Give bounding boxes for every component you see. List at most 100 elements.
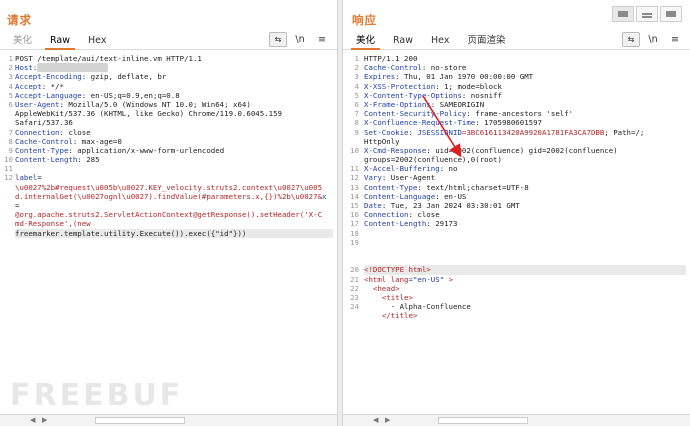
code-token: Content-Type [15, 145, 69, 155]
code-token: X-Frame-Options [364, 99, 431, 109]
code-token: : 29173 [426, 219, 458, 229]
code-line: X-Confluence-Request-Time: 1705980601597 [364, 118, 686, 127]
response-body[interactable]: HTTP/1.1 200 Cache-Control: no-store Expir… [364, 54, 686, 320]
layout-single-icon[interactable] [660, 6, 682, 22]
line-number: 6 [8, 99, 13, 109]
line-number: 12 [4, 173, 13, 183]
code-token: POST /template/aui/text-inline.vm HTTP/1… [15, 54, 202, 63]
line-number: 13 [350, 182, 359, 192]
line-number: 9 [8, 145, 13, 155]
code-token: x [322, 191, 327, 201]
code-line: Vary: User-Agent [364, 173, 686, 182]
code-token: Host: [15, 63, 38, 73]
wrap-toggle-icon[interactable]: ⇆ [622, 32, 640, 47]
newline-toggle-icon[interactable]: \n [644, 32, 662, 47]
response-search-bar: ◀ ▶ [343, 414, 690, 426]
tab-response-raw[interactable]: Raw [384, 35, 422, 49]
code-token: : 1; mode=block [435, 81, 502, 91]
code-token: Accept [15, 81, 42, 91]
code-token: : 1705980601597 [475, 118, 542, 128]
request-editor[interactable]: 1 2 3 4 5 6 7 8 9 10 11 12 POST /template/aui/text-… [0, 51, 337, 414]
code-token: freemarker.template.utility.Execute()).e… [15, 228, 247, 238]
code-line: Accept: */* [15, 82, 333, 91]
code-token: X-Accel-Buffering [364, 164, 440, 174]
line-number: 6 [354, 99, 359, 109]
code-token: : close [408, 210, 440, 220]
code-token: Accept-Encoding [15, 72, 82, 82]
request-body[interactable]: POST /template/aui/text-inline.vm HTTP/1… [15, 54, 333, 238]
response-search-input[interactable] [438, 417, 528, 424]
tab-request-pretty[interactable]: 美化 [4, 32, 41, 49]
prev-match-icon[interactable]: ◀ [373, 416, 378, 424]
code-token: Date [364, 201, 382, 210]
code-line: <head> [364, 284, 686, 293]
line-number: 2 [8, 63, 13, 73]
code-line: User-Agent: Mozilla/5.0 (Windows NT 10.0… [15, 100, 333, 109]
line-number [0, 219, 13, 228]
code-line: - Alpha-Confluence [364, 302, 686, 311]
tab-request-hex[interactable]: Hex [79, 35, 115, 49]
line-number: 12 [350, 173, 359, 183]
code-token: ="en-US" [408, 274, 445, 284]
line-number: 7 [8, 127, 13, 137]
code-token: <head> [364, 283, 400, 293]
code-token: Connection [364, 210, 409, 220]
code-token: Accept-Language [15, 90, 82, 100]
line-number: 19 [350, 237, 359, 247]
code-token: : frame-ancestors 'self' [466, 109, 574, 119]
code-token: > [444, 274, 454, 284]
code-token: : en-US;q=0.9,en;q=0.8 [81, 90, 180, 100]
response-tools: ⇆ \n ≡ [622, 32, 684, 47]
response-editor[interactable]: 1 2 3 4 5 6 7 8 9 10 11 12 13 14 15 16 17 18 19 20 21 22 23 24 … [343, 51, 690, 414]
code-token: User-Agent [15, 99, 60, 109]
code-line: d.internalGet(\u0027ognl\u0027).findValu… [15, 192, 333, 201]
code-line: Connection: close [364, 210, 686, 219]
code-token: : User-Agent [381, 173, 436, 183]
line-number: 5 [354, 90, 359, 100]
watermark-logo: FREEBUF [10, 378, 184, 413]
tab-response-render[interactable]: 页面渲染 [458, 32, 514, 49]
code-line: Date: Tue, 23 Jan 2024 03:30:01 GMT [364, 201, 686, 210]
code-token: JSESSIONID [417, 127, 462, 137]
next-match-icon[interactable]: ▶ [42, 416, 47, 424]
code-line: Content-Length: 285 [15, 155, 333, 164]
line-number [343, 247, 359, 256]
code-token: X-Confluence-Request-Time [364, 118, 476, 128]
line-number: 2 [354, 63, 359, 73]
line-number: 1 [8, 54, 13, 63]
code-line: Safari/537.36 [15, 118, 333, 127]
code-line: <title> [364, 293, 686, 302]
line-number [0, 229, 13, 238]
newline-toggle-icon[interactable]: \n [291, 32, 309, 47]
prev-match-icon[interactable]: ◀ [30, 416, 35, 424]
line-number [343, 256, 359, 265]
code-line: X-Frame-Options: SAMEORIGIN [364, 100, 686, 109]
line-number: 3 [8, 72, 13, 82]
response-pane: 响应 美化 Raw Hex 页面渲染 ⇆ \n ≡ 1 2 3 4 5 6 7 8 9 10 11 1… [342, 0, 690, 426]
code-line: <html lang="en-US" > [364, 275, 686, 284]
tab-request-raw[interactable]: Raw [41, 35, 79, 50]
line-number: 7 [354, 109, 359, 119]
code-token: : nosniff [461, 90, 502, 100]
code-token: : no-store [421, 63, 467, 73]
code-line: Connection: close [15, 128, 333, 137]
layout-stacked-icon[interactable] [636, 6, 658, 22]
tab-response-hex[interactable]: Hex [422, 35, 458, 49]
layout-side-by-side-icon[interactable] [612, 6, 634, 22]
code-line: groups=2002(confluence),0(root) [364, 155, 686, 164]
menu-icon[interactable]: ≡ [313, 32, 331, 47]
tab-response-pretty[interactable]: 美化 [347, 32, 384, 50]
code-token: : SAMEORIGIN [430, 99, 485, 109]
code-token: \u0027%2b#request\u005b\u0027.KEY_veloci… [15, 182, 323, 192]
code-line: Expires: Thu, 01 Jan 1970 00:00:00 GMT [364, 72, 686, 81]
code-token: Content-Length [15, 155, 78, 165]
code-token: groups=2002(confluence),0(root) [364, 155, 502, 165]
code-token: : gzip, deflate, br [81, 72, 167, 82]
next-match-icon[interactable]: ▶ [385, 416, 390, 424]
code-line: = [15, 201, 333, 210]
wrap-toggle-icon[interactable]: ⇆ [269, 32, 287, 47]
code-token: = [37, 173, 42, 183]
menu-icon[interactable]: ≡ [666, 32, 684, 47]
code-token: lang [390, 274, 409, 284]
request-search-input[interactable] [95, 417, 185, 424]
